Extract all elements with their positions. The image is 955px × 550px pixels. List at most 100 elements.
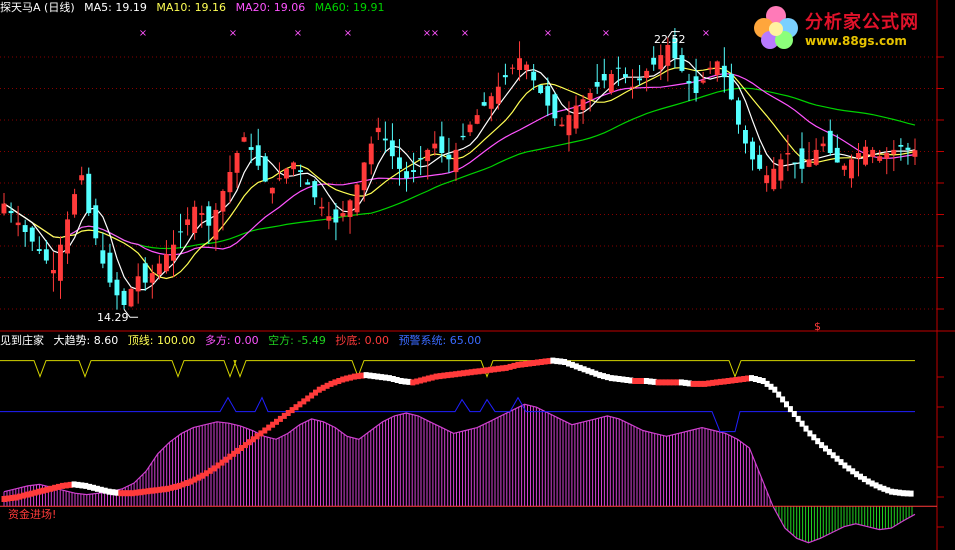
candle-up	[269, 187, 275, 204]
candle-body	[714, 61, 720, 75]
dollar-marker: $	[814, 320, 821, 333]
signal-x-marker: ×	[602, 28, 610, 39]
candle-body	[785, 153, 791, 155]
candle-up	[714, 60, 720, 82]
candle-body	[248, 147, 254, 150]
candle-body	[778, 159, 784, 181]
candle-down	[446, 137, 452, 174]
candle-up	[467, 121, 473, 137]
candle-body	[849, 159, 854, 179]
candle-body	[15, 222, 21, 226]
candle-down	[178, 213, 183, 249]
candle-up	[764, 165, 770, 192]
candle-up	[432, 131, 438, 156]
fund-entry-signal: 资金进场!	[8, 508, 57, 521]
candle-up	[241, 132, 247, 143]
candle-body	[488, 96, 494, 109]
candle-body	[474, 115, 480, 124]
candle-down	[312, 179, 318, 205]
candle-body	[453, 149, 459, 173]
candle-down	[389, 123, 395, 170]
candle-down	[100, 232, 106, 269]
candle-body	[142, 263, 148, 283]
stock-chart[interactable]: × × × × × × × × × ×	[0, 0, 955, 550]
candle-body	[149, 273, 155, 283]
candle-body	[354, 184, 360, 213]
candle-body	[255, 145, 261, 166]
candle-body	[347, 200, 353, 217]
candle-body	[736, 100, 741, 125]
candle-body	[411, 170, 416, 172]
candle-body	[665, 45, 671, 66]
candle-down	[333, 203, 339, 241]
candle-down	[693, 58, 699, 102]
candle-up	[856, 143, 861, 177]
candle-down	[255, 128, 261, 171]
candle-up	[164, 240, 169, 274]
candle-body	[291, 162, 296, 170]
candle-down	[827, 119, 833, 156]
signal-x-marker: ×	[229, 28, 237, 39]
candle-up	[630, 69, 635, 99]
candle-up	[375, 117, 381, 141]
candle-body	[425, 149, 431, 162]
candle-down	[460, 123, 466, 141]
candle-body	[863, 146, 868, 165]
flower-logo-icon	[754, 6, 798, 49]
candle-body	[319, 206, 325, 209]
candle-body	[750, 141, 755, 160]
candle-body	[481, 102, 487, 106]
candle-body	[135, 276, 141, 292]
candle-down	[679, 47, 685, 73]
trend-readout: 大趋势: 8.60	[53, 334, 119, 347]
candle-body	[884, 153, 890, 159]
candle-down	[8, 202, 14, 223]
candle-up	[213, 203, 219, 251]
candle-up	[573, 95, 579, 134]
candle-down	[29, 226, 35, 251]
candle-down	[481, 92, 487, 107]
signal-x-marker: ×	[702, 28, 710, 39]
candle-body	[1, 203, 7, 214]
candle-body	[771, 168, 777, 190]
candle-body	[587, 93, 593, 100]
ma10-readout: MA10: 19.16	[156, 1, 227, 14]
candle-body	[171, 244, 176, 261]
candle-body	[623, 74, 628, 78]
candle-body	[305, 182, 311, 185]
candle-down	[262, 153, 268, 183]
candle-body	[51, 270, 56, 274]
moving-average-lines	[3, 58, 916, 291]
candle-body	[418, 158, 424, 160]
candle-body	[757, 154, 763, 169]
candle-body	[467, 124, 473, 133]
candle-body	[813, 149, 819, 165]
candle-body	[834, 147, 840, 163]
signal-x-marker: ×	[544, 28, 552, 39]
candle-body	[298, 170, 303, 172]
candle-body	[799, 148, 805, 169]
candle-body	[601, 74, 607, 81]
candle-body	[615, 67, 621, 69]
candle-up	[778, 153, 784, 189]
candle-body	[93, 205, 99, 239]
candle-body	[375, 127, 381, 133]
candle-body	[820, 143, 826, 147]
candle-up	[135, 263, 141, 304]
high-price-label: 22.52	[654, 33, 686, 46]
candle-up	[368, 136, 374, 175]
candle-body	[637, 78, 642, 81]
candle-body	[404, 171, 409, 179]
candle-body	[806, 159, 812, 167]
candle-up	[813, 138, 819, 166]
candle-up	[488, 92, 494, 122]
candle-down	[736, 97, 741, 134]
candle-body	[728, 74, 734, 100]
candle-body	[644, 70, 650, 78]
ma20-readout: MA20: 19.06	[235, 1, 306, 14]
candle-body	[651, 57, 657, 65]
signal-x-marker: ×	[431, 28, 439, 39]
candle-body	[510, 67, 515, 69]
candle-body	[870, 149, 876, 157]
candle-down	[86, 167, 92, 216]
